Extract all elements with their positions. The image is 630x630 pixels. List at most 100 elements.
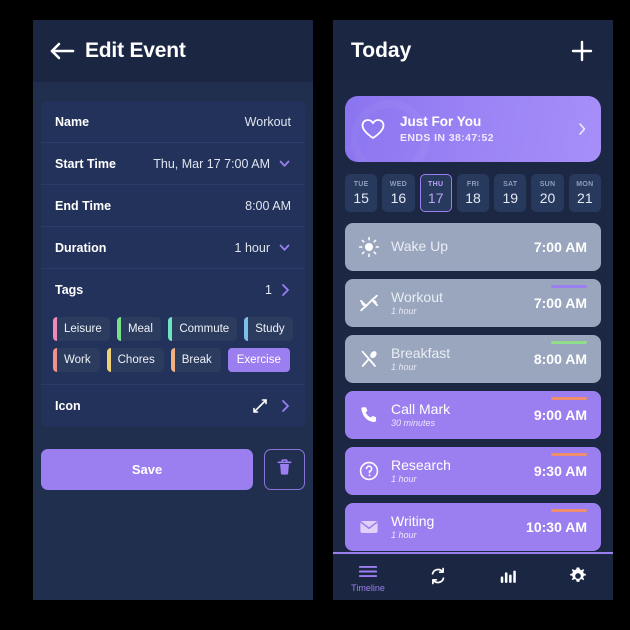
timeline-item-call-mark[interactable]: Call Mark 30 minutes 9:00 AM [345,391,601,439]
delete-button[interactable] [264,449,305,490]
event-duration: 30 minutes [391,418,436,429]
event-duration: 1 hour [391,530,417,541]
trash-icon [276,458,293,482]
tag-chip-study[interactable]: Study [244,317,293,341]
event-form-card: Name Workout Start Time Thu, Mar 17 7:00… [41,101,305,427]
date-num: 19 [502,189,519,206]
tag-chip-chores[interactable]: Chores [106,348,164,372]
tag-chip-group: Leisure Meal Commute Study Work Chores B… [41,311,305,385]
tag-color-bar [244,317,249,341]
form-row-icon[interactable]: Icon [41,385,305,427]
event-accent-bar [551,397,587,400]
event-body: Wake Up [391,238,449,255]
nav-item-timeline[interactable]: Timeline [333,554,403,600]
date-cell-19[interactable]: SAT 19 [494,174,527,212]
promo-title: Just For You [400,114,482,129]
gear-icon [568,566,588,586]
date-dow: SAT [503,180,518,188]
end-time-value: 8:00 AM [245,198,291,213]
date-dow: THU [428,180,444,188]
phone-icon [357,403,381,427]
row-label: End Time [55,198,112,213]
date-dow: TUE [353,180,369,188]
event-accent-bar [551,509,587,512]
tag-chip-leisure[interactable]: Leisure [53,317,110,341]
date-dow: SUN [539,180,556,188]
chevron-down-icon[interactable] [278,241,291,254]
nav-item-label: Timeline [351,583,385,593]
chevron-right-icon[interactable] [577,121,587,137]
event-title: Breakfast [391,344,451,361]
date-cell-20[interactable]: SUN 20 [531,174,564,212]
date-cell-15[interactable]: TUE 15 [345,174,378,212]
event-title: Call Mark [391,400,451,417]
date-cell-16[interactable]: WED 16 [382,174,415,212]
add-event-button[interactable] [569,38,595,64]
promo-banner[interactable]: Just For You ENDS IN 38:47:52 [345,96,601,162]
row-value: Thu, Mar 17 7:00 AM [153,157,291,171]
tag-chip-label: Study [255,323,285,335]
tag-chip-commute[interactable]: Commute [168,317,238,341]
page-title: Edit Event [85,39,186,62]
timeline-item-writing[interactable]: Writing 1 hour 10:30 AM [345,503,601,551]
nav-item-settings[interactable] [543,554,613,600]
event-body: Breakfast 1 hour [391,344,451,373]
timeline-item-breakfast[interactable]: Breakfast 1 hour 8:00 AM [345,335,601,383]
form-row-start-time[interactable]: Start Time Thu, Mar 17 7:00 AM [41,143,305,185]
row-value: Workout [245,115,291,129]
edit-event-panel: Edit Event Name Workout Start Time Thu, … [33,20,313,600]
date-cell-17[interactable]: THU 17 [419,174,452,212]
sun-icon [357,235,381,259]
date-cell-21[interactable]: MON 21 [568,174,601,212]
event-title: Wake Up [391,238,449,255]
envelope-icon [357,515,381,539]
chevron-right-icon[interactable] [280,283,291,297]
tag-chip-row: Leisure Meal Commute Study [53,317,293,341]
nav-item-sync[interactable] [403,554,473,600]
chevron-right-icon[interactable] [280,399,291,413]
event-duration: 1 hour [391,362,417,373]
form-row-duration[interactable]: Duration 1 hour [41,227,305,269]
expand-diagonal-icon[interactable] [252,398,268,414]
event-title: Writing [391,512,435,529]
form-row-end-time[interactable]: End Time 8:00 AM [41,185,305,227]
row-label: Duration [55,240,107,255]
event-duration: 1 hour [391,306,417,317]
date-num: 18 [465,189,481,206]
form-row-name[interactable]: Name Workout [41,101,305,143]
arrow-left-icon[interactable] [49,40,75,62]
dumbbell-icon [357,291,381,315]
edit-event-header: Edit Event [33,20,313,82]
form-row-tags[interactable]: Tags 1 [41,269,305,311]
event-time: 8:00 AM [533,351,587,367]
start-time-value: Thu, Mar 17 7:00 AM [153,156,270,171]
tag-chip-meal[interactable]: Meal [116,317,162,341]
tag-color-bar [116,317,121,341]
timeline-item-workout[interactable]: Workout 1 hour 7:00 AM [345,279,601,327]
tag-chip-label: Meal [127,323,153,335]
event-accent-bar [551,341,587,344]
tag-chip-label: Exercise [236,354,281,366]
tags-count: 1 [265,283,272,297]
row-value: 1 hour [235,241,291,255]
event-body: Workout 1 hour [391,288,443,317]
event-title: Workout [391,288,443,305]
tag-chip-work[interactable]: Work [53,348,100,372]
tag-color-bar [168,317,173,341]
event-time: 10:30 AM [526,519,587,535]
date-cell-18[interactable]: FRI 18 [456,174,490,212]
tag-chip-label: Leisure [64,323,102,335]
save-button[interactable]: Save [41,449,253,490]
tag-chip-exercise[interactable]: Exercise [227,348,290,372]
event-body: Call Mark 30 minutes [391,400,451,429]
chevron-down-icon[interactable] [278,157,291,170]
timeline-item-wake-up[interactable]: Wake Up 7:00 AM [345,223,601,271]
nav-item-stats[interactable] [473,554,543,600]
tag-chip-label: Work [64,354,91,366]
tag-chip-break[interactable]: Break [170,348,221,372]
duration-value: 1 hour [234,240,270,255]
timeline-item-research[interactable]: Research 1 hour 9:30 AM [345,447,601,495]
name-value: Workout [244,114,291,129]
timeline-list: Wake Up 7:00 AM Workout 1 hour 7:00 AM B… [333,212,613,551]
tag-chip-row: Work Chores Break Exercise [53,348,293,372]
